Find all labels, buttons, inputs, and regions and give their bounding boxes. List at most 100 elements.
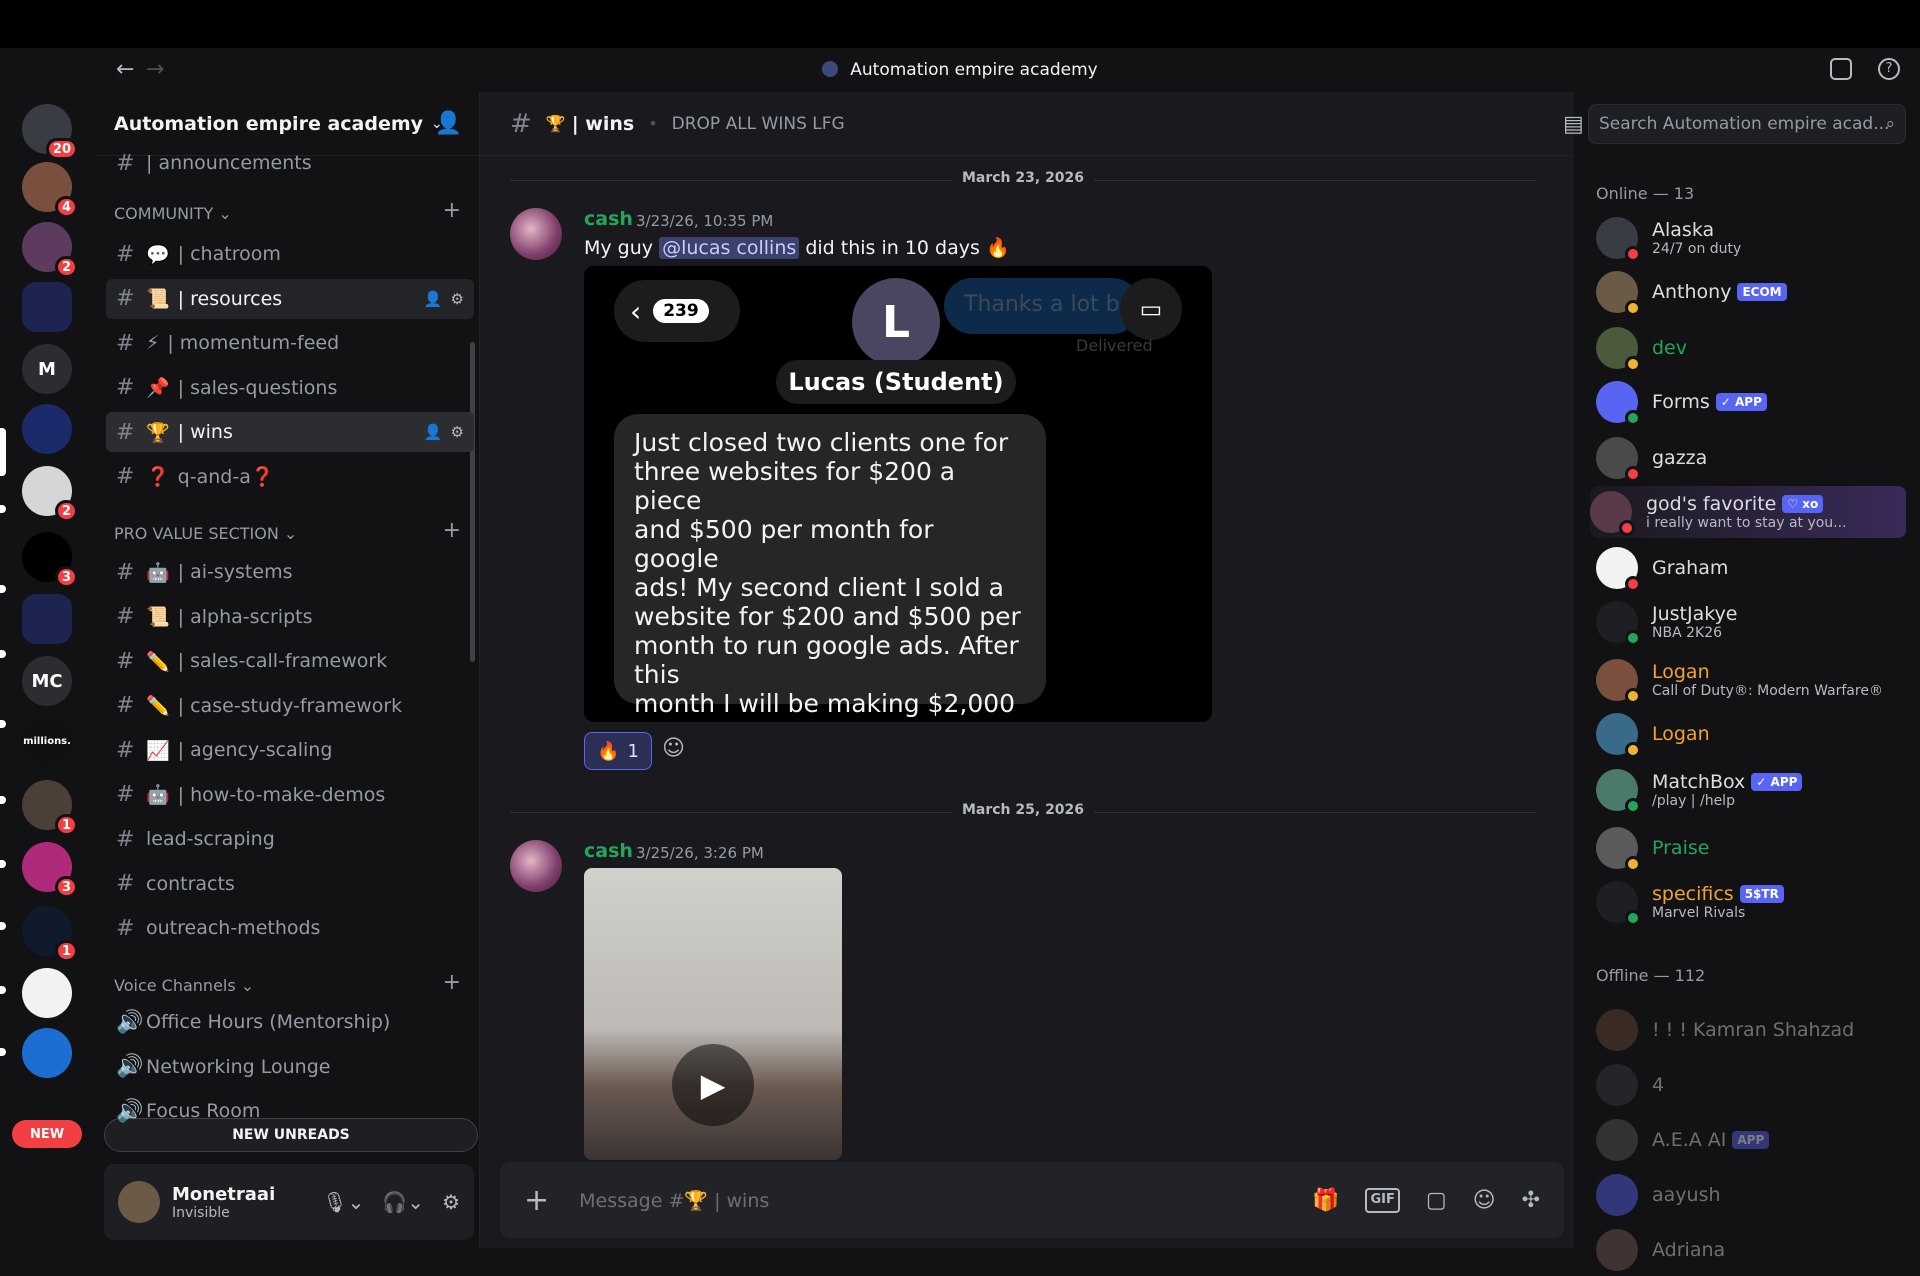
message-author[interactable]: cash: [584, 208, 633, 230]
help-icon[interactable]: ?: [1878, 58, 1900, 80]
voice-channel-item[interactable]: 🔊 Office Hours (Mentorship): [106, 1002, 474, 1042]
member-item[interactable]: JustJakye NBA 2K26: [1596, 596, 1912, 648]
settings-gear-icon[interactable]: ⚙: [442, 1190, 460, 1214]
server-icon[interactable]: [22, 404, 72, 454]
category-voice[interactable]: Voice Channels ⌄: [114, 976, 254, 995]
server-icon[interactable]: [22, 968, 72, 1018]
add-channel-icon[interactable]: +: [443, 518, 461, 543]
channel-item[interactable]: # outreach-methods: [106, 908, 474, 948]
server-icon[interactable]: 2: [22, 466, 78, 522]
member-item[interactable]: Praise: [1596, 822, 1912, 874]
search-input[interactable]: Search Automation empire acad... ⌕: [1588, 104, 1906, 144]
member-item[interactable]: aayush: [1596, 1169, 1912, 1221]
category-community[interactable]: COMMUNITY ⌄: [114, 204, 232, 223]
settings-gear-icon[interactable]: ⚙: [451, 423, 464, 441]
server-header[interactable]: Automation empire academy ⌄ 👤: [96, 92, 480, 156]
member-item[interactable]: god's favorite ♡ xo i really want to stay …: [1590, 486, 1906, 538]
member-item[interactable]: Logan Call of Duty®: Modern Warfare®: [1596, 654, 1912, 706]
channel-announcements[interactable]: # | announcements: [106, 150, 474, 176]
emoji-icon[interactable]: ☺: [1473, 1188, 1496, 1213]
message-author[interactable]: cash: [584, 840, 633, 862]
member-name: Graham: [1652, 557, 1729, 579]
member-item[interactable]: MatchBox ✓ APP/play | /help: [1596, 764, 1912, 816]
gif-icon[interactable]: GIF: [1365, 1187, 1400, 1213]
channel-item[interactable]: # contracts: [106, 864, 474, 904]
add-channel-icon[interactable]: +: [443, 198, 461, 223]
user-mention[interactable]: @lucas collins: [659, 237, 800, 259]
member-item[interactable]: gazza: [1596, 432, 1912, 484]
avatar[interactable]: [118, 1181, 160, 1223]
server-icon[interactable]: [22, 594, 72, 644]
member-item[interactable]: Logan: [1596, 708, 1912, 760]
server-icon[interactable]: 20: [22, 104, 78, 160]
member-activity: NBA 2K26: [1652, 625, 1723, 641]
gift-icon[interactable]: 🎁: [1312, 1188, 1339, 1213]
create-invite-icon[interactable]: 👤: [424, 290, 443, 308]
status-indicator: [1625, 630, 1641, 646]
channel-item[interactable]: # 🏆 | wins 👤 ⚙: [106, 412, 474, 452]
channel-item[interactable]: # 🤖 | ai-systems: [106, 552, 474, 592]
server-icon[interactable]: 3: [22, 842, 78, 898]
server-icon[interactable]: 2: [22, 222, 78, 278]
threads-icon[interactable]: ▤: [1563, 112, 1584, 137]
sticker-icon[interactable]: ▢: [1426, 1188, 1447, 1213]
member-item[interactable]: ! ! ! Kamran Shahzad: [1596, 1004, 1912, 1056]
reaction-fire[interactable]: 🔥 1: [584, 732, 652, 770]
video-attachment[interactable]: ▶: [584, 868, 842, 1160]
status-indicator: [1625, 856, 1641, 872]
invite-people-icon[interactable]: 👤: [435, 111, 462, 136]
image-attachment[interactable]: ‹ 239 Thanks a lot b ▭ Delivered L Lucas…: [584, 266, 1212, 722]
channel-item[interactable]: # 📈 | agency-scaling: [106, 730, 474, 770]
new-pill[interactable]: NEW: [12, 1120, 82, 1148]
member-item[interactable]: dev: [1596, 322, 1912, 374]
channel-item[interactable]: # 💬 | chatroom: [106, 234, 474, 274]
microphone-icon[interactable]: 🎙⌄: [322, 1190, 364, 1214]
attach-plus-icon[interactable]: +: [524, 1183, 549, 1218]
member-tag: ECOM: [1737, 283, 1787, 301]
server-icon[interactable]: millions.: [22, 716, 72, 766]
channel-name: | momentum-feed: [167, 332, 340, 354]
member-item[interactable]: A.E.A AI APP: [1596, 1114, 1912, 1166]
server-icon[interactable]: 3: [22, 532, 78, 588]
channel-item[interactable]: # ❓ q-and-a❓: [106, 457, 474, 497]
member-item[interactable]: Forms ✓ APP: [1596, 376, 1912, 428]
member-item[interactable]: Anthony ECOM: [1596, 266, 1912, 318]
channel-item[interactable]: # 📜 | alpha-scripts: [106, 597, 474, 637]
server-icon[interactable]: MC: [22, 656, 72, 706]
category-pro-value[interactable]: PRO VALUE SECTION ⌄: [114, 524, 297, 543]
play-icon[interactable]: ▶: [672, 1044, 754, 1126]
message-input[interactable]: Message #🏆 | wins: [579, 1189, 769, 1212]
inbox-icon[interactable]: [1830, 58, 1852, 80]
member-item[interactable]: Alaska 24/7 on duty: [1596, 212, 1912, 264]
avatar[interactable]: [510, 840, 562, 892]
member-item[interactable]: Graham: [1596, 542, 1912, 594]
server-icon[interactable]: 4: [22, 162, 78, 218]
settings-gear-icon[interactable]: ⚙: [451, 290, 464, 308]
channel-item[interactable]: # lead-scraping: [106, 819, 474, 859]
create-invite-icon[interactable]: 👤: [424, 423, 443, 441]
member-item[interactable]: Adriana: [1596, 1224, 1912, 1276]
channel-item[interactable]: # ✏️ | sales-call-framework: [106, 641, 474, 681]
contact-avatar: L: [852, 278, 940, 366]
channel-item[interactable]: # 📌 | sales-questions: [106, 368, 474, 408]
unread-badge: 4: [54, 196, 78, 218]
channel-item[interactable]: # ⚡ | momentum-feed: [106, 323, 474, 363]
member-item[interactable]: specifics 5$TR Marvel Rivals: [1596, 876, 1912, 928]
server-icon[interactable]: M: [22, 344, 72, 394]
member-item[interactable]: 4: [1596, 1059, 1912, 1111]
avatar[interactable]: [510, 208, 562, 260]
window-title: Automation empire academy: [0, 60, 1920, 80]
server-icon[interactable]: 1: [22, 780, 78, 836]
apps-icon[interactable]: ✣: [1522, 1188, 1540, 1213]
server-icon[interactable]: 1: [22, 906, 78, 962]
server-icon[interactable]: [22, 282, 72, 332]
channel-item[interactable]: # 📜 | resources 👤 ⚙: [106, 278, 474, 319]
voice-channel-item[interactable]: 🔊 Focus Room: [106, 1091, 474, 1131]
headphones-icon[interactable]: 🎧⌄: [382, 1190, 424, 1214]
add-reaction-icon[interactable]: ☺: [662, 736, 696, 768]
channel-item[interactable]: # ✏️ | case-study-framework: [106, 686, 474, 726]
add-channel-icon[interactable]: +: [443, 970, 461, 995]
voice-channel-item[interactable]: 🔊 Networking Lounge: [106, 1047, 474, 1087]
server-icon[interactable]: [22, 1028, 72, 1078]
channel-item[interactable]: # 🤖 | how-to-make-demos: [106, 775, 474, 815]
